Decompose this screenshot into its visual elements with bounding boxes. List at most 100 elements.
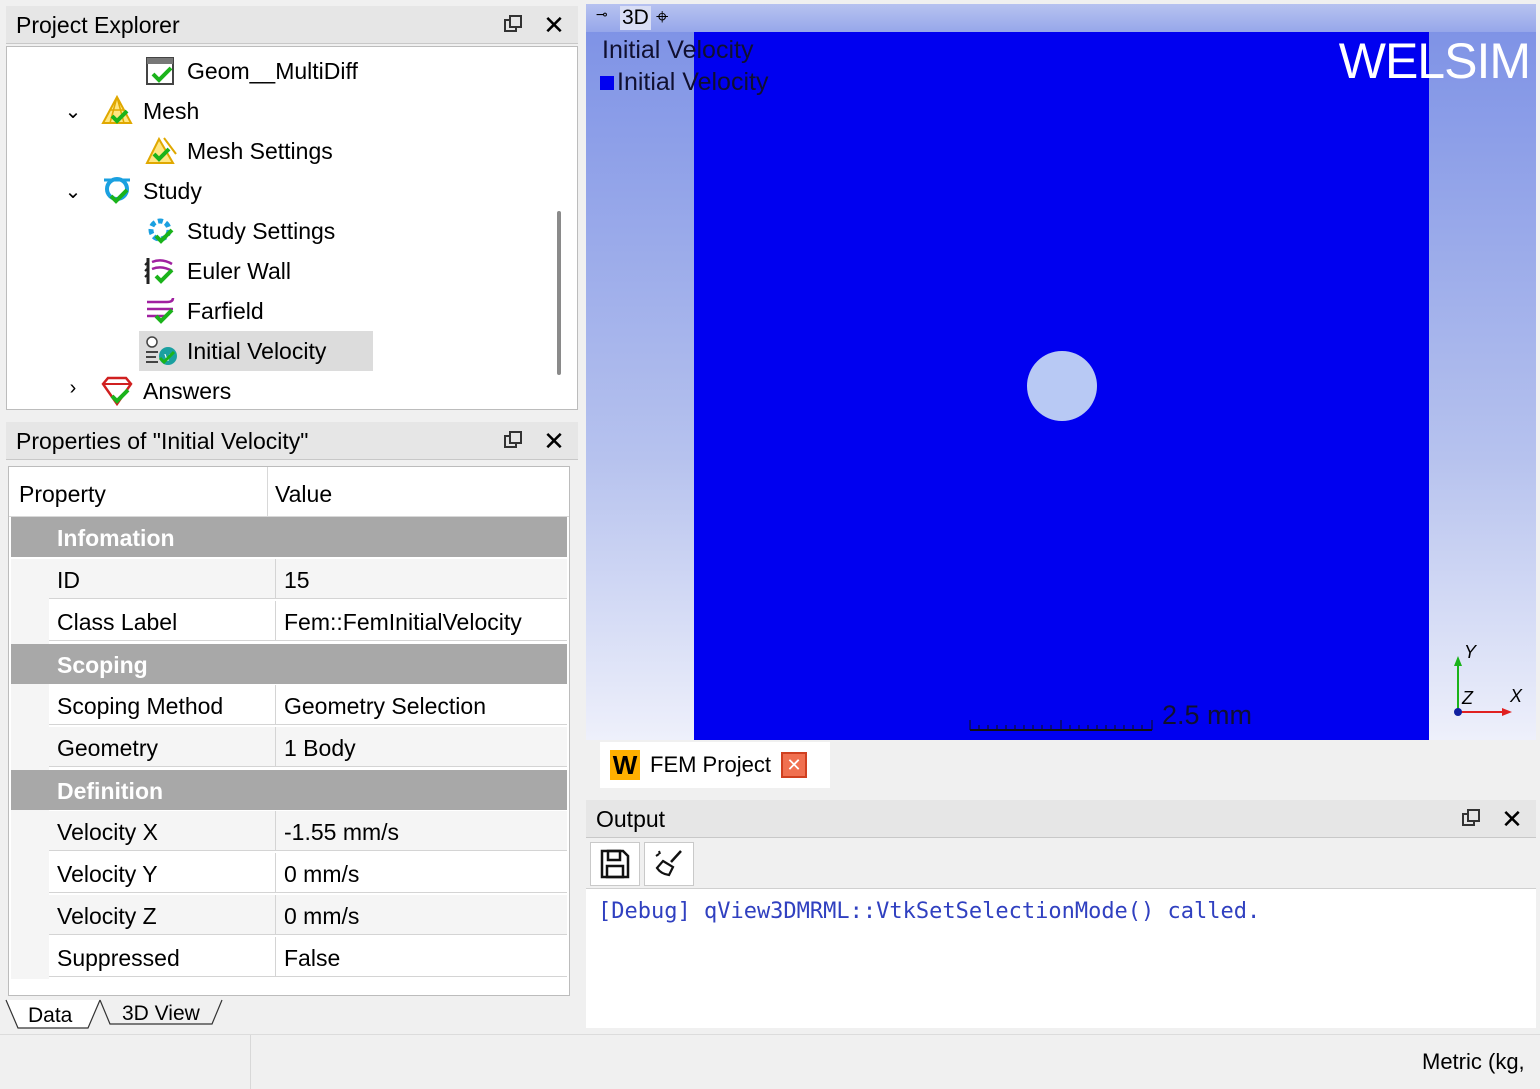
pin-icon[interactable]: ⊸ — [596, 6, 608, 23]
geometry-hole[interactable] — [1027, 351, 1097, 421]
close-panel-icon[interactable]: ✕ — [541, 10, 567, 40]
clear-log-button[interactable] — [644, 842, 694, 886]
study-icon — [99, 173, 135, 209]
view-3d-label[interactable]: 3D — [620, 6, 651, 30]
property-key: Velocity Z — [57, 903, 157, 929]
euler-wall-icon — [143, 253, 179, 289]
property-row-class-label[interactable]: Class Label Fem::FemInitialVelocity — [49, 601, 567, 641]
properties-title: Properties of "Initial Velocity" — [16, 428, 309, 454]
close-panel-icon[interactable]: ✕ — [541, 426, 567, 456]
farfield-icon — [143, 293, 179, 329]
welsim-brand: WELSIM — [1338, 33, 1531, 89]
unit-system-label[interactable]: Metric (kg, — [1422, 1049, 1525, 1075]
expand-arrow-icon[interactable]: › — [63, 377, 83, 400]
property-key: Velocity Y — [57, 861, 158, 887]
properties-table: Property Value Infomation ID 15 Class La… — [8, 466, 570, 996]
output-titlebar: Output ✕ — [586, 800, 1536, 838]
column-header-value[interactable]: Value — [275, 467, 332, 521]
tree-item-label: Study — [143, 177, 202, 204]
column-header-property[interactable]: Property — [19, 467, 106, 521]
project-explorer-titlebar: Project Explorer ✕ — [6, 6, 578, 44]
view-toolbar: ⊸ 3D ⌖ — [586, 4, 1536, 32]
float-panel-icon[interactable] — [504, 15, 522, 33]
project-explorer-tree: Geom__MultiDiff ⌄ Mesh Mesh Settings ⌄ S… — [6, 46, 578, 410]
tree-item-label: Mesh — [143, 97, 200, 124]
project-explorer-title: Project Explorer — [16, 12, 180, 38]
viewport-legend: Initial Velocity — [600, 68, 768, 97]
close-tab-icon[interactable]: ✕ — [781, 752, 808, 778]
axis-label-y: Y — [1464, 642, 1477, 662]
axis-label-z: Z — [1462, 688, 1473, 708]
tree-item-study-settings[interactable]: Study Settings — [143, 211, 335, 251]
property-value: Fem::FemInitialVelocity — [275, 601, 522, 641]
tree-item-label: Answers — [143, 377, 232, 404]
close-panel-icon[interactable]: ✕ — [1499, 804, 1525, 834]
status-divider — [250, 1035, 251, 1089]
log-line: [Debug] qView3DMRML::VtkSetSelectionMode… — [598, 899, 1261, 924]
property-key: Scoping Method — [57, 693, 224, 719]
group-scoping[interactable]: Scoping — [11, 644, 567, 684]
tree-item-mesh-settings[interactable]: Mesh Settings — [143, 131, 333, 171]
property-row-suppressed[interactable]: Suppressed False — [49, 937, 567, 977]
tab-label: FEM Project — [650, 752, 772, 777]
viewport-title: Initial Velocity — [602, 36, 754, 64]
broom-icon — [655, 850, 682, 877]
property-row-velocity-z[interactable]: Velocity Z 0 mm/s — [49, 895, 567, 935]
property-value: Geometry Selection — [275, 685, 486, 725]
property-row-scoping-method[interactable]: Scoping Method Geometry Selection — [49, 685, 567, 725]
output-log[interactable]: [Debug] qView3DMRML::VtkSetSelectionMode… — [586, 888, 1536, 1028]
axis-label-x: X — [1510, 686, 1523, 706]
properties-header: Property Value — [9, 467, 569, 517]
legend-swatch — [600, 75, 614, 90]
tree-item-geom-multidiff[interactable]: Geom__MultiDiff — [143, 51, 358, 91]
properties-titlebar: Properties of "Initial Velocity" ✕ — [6, 422, 578, 460]
save-log-button[interactable] — [590, 842, 640, 886]
row-stripe — [11, 559, 49, 979]
study-settings-icon — [143, 213, 179, 249]
property-value: 0 mm/s — [275, 895, 359, 935]
property-value: 1 Body — [275, 727, 356, 767]
property-value: 0 mm/s — [275, 853, 359, 893]
geometry-check-icon — [143, 53, 179, 89]
tree-item-label: Farfield — [187, 297, 264, 324]
tree-item-label: Mesh Settings — [187, 137, 333, 164]
collapse-arrow-icon[interactable]: ⌄ — [63, 179, 83, 204]
scale-bar-label: 2.5 mm — [1162, 700, 1253, 730]
tree-scrollbar-thumb[interactable] — [557, 211, 561, 375]
group-definition[interactable]: Definition — [11, 770, 567, 810]
document-tab-bar: W FEM Project ✕ — [586, 740, 1536, 792]
tree-item-label: Study Settings — [187, 217, 336, 244]
tab-data[interactable]: Data — [28, 1004, 72, 1028]
welsim-logo-icon: W — [610, 750, 640, 780]
tab-fem-project[interactable]: W FEM Project ✕ — [600, 742, 830, 788]
property-value: 15 — [275, 559, 310, 599]
3d-viewport[interactable]: Initial Velocity Initial Velocity WELSIM… — [586, 32, 1536, 740]
initial-velocity-icon: v — [143, 333, 179, 369]
property-row-geometry[interactable]: Geometry 1 Body — [49, 727, 567, 767]
tree-item-answers[interactable]: Answers — [99, 371, 232, 409]
column-divider — [267, 467, 268, 517]
float-panel-icon[interactable] — [1462, 809, 1480, 827]
property-row-velocity-x[interactable]: Velocity X -1.55 mm/s — [49, 811, 567, 851]
tree-item-initial-velocity[interactable]: v Initial Velocity — [139, 331, 373, 371]
property-value: -1.55 mm/s — [275, 811, 399, 851]
property-row-id[interactable]: ID 15 — [49, 559, 567, 599]
float-panel-icon[interactable] — [504, 431, 522, 449]
tree-item-euler-wall[interactable]: Euler Wall — [143, 251, 291, 291]
property-key: Class Label — [57, 609, 178, 635]
collapse-arrow-icon[interactable]: ⌄ — [63, 99, 83, 124]
tree-item-study[interactable]: Study — [99, 171, 202, 211]
group-information[interactable]: Infomation — [11, 517, 567, 557]
target-icon[interactable]: ⌖ — [656, 4, 668, 30]
property-key: Suppressed — [57, 945, 180, 971]
property-row-velocity-y[interactable]: Velocity Y 0 mm/s — [49, 853, 567, 893]
mesh-icon — [99, 93, 135, 129]
answers-icon — [99, 373, 135, 409]
property-key: ID — [57, 567, 80, 593]
tree-item-farfield[interactable]: Farfield — [143, 291, 264, 331]
scale-bar — [969, 720, 1153, 731]
tab-3d-view[interactable]: 3D View — [122, 1002, 200, 1026]
tree-item-label: Geom__MultiDiff — [187, 57, 358, 84]
status-bar: Metric (kg, — [0, 1034, 1540, 1089]
tree-item-mesh[interactable]: Mesh — [99, 91, 199, 131]
